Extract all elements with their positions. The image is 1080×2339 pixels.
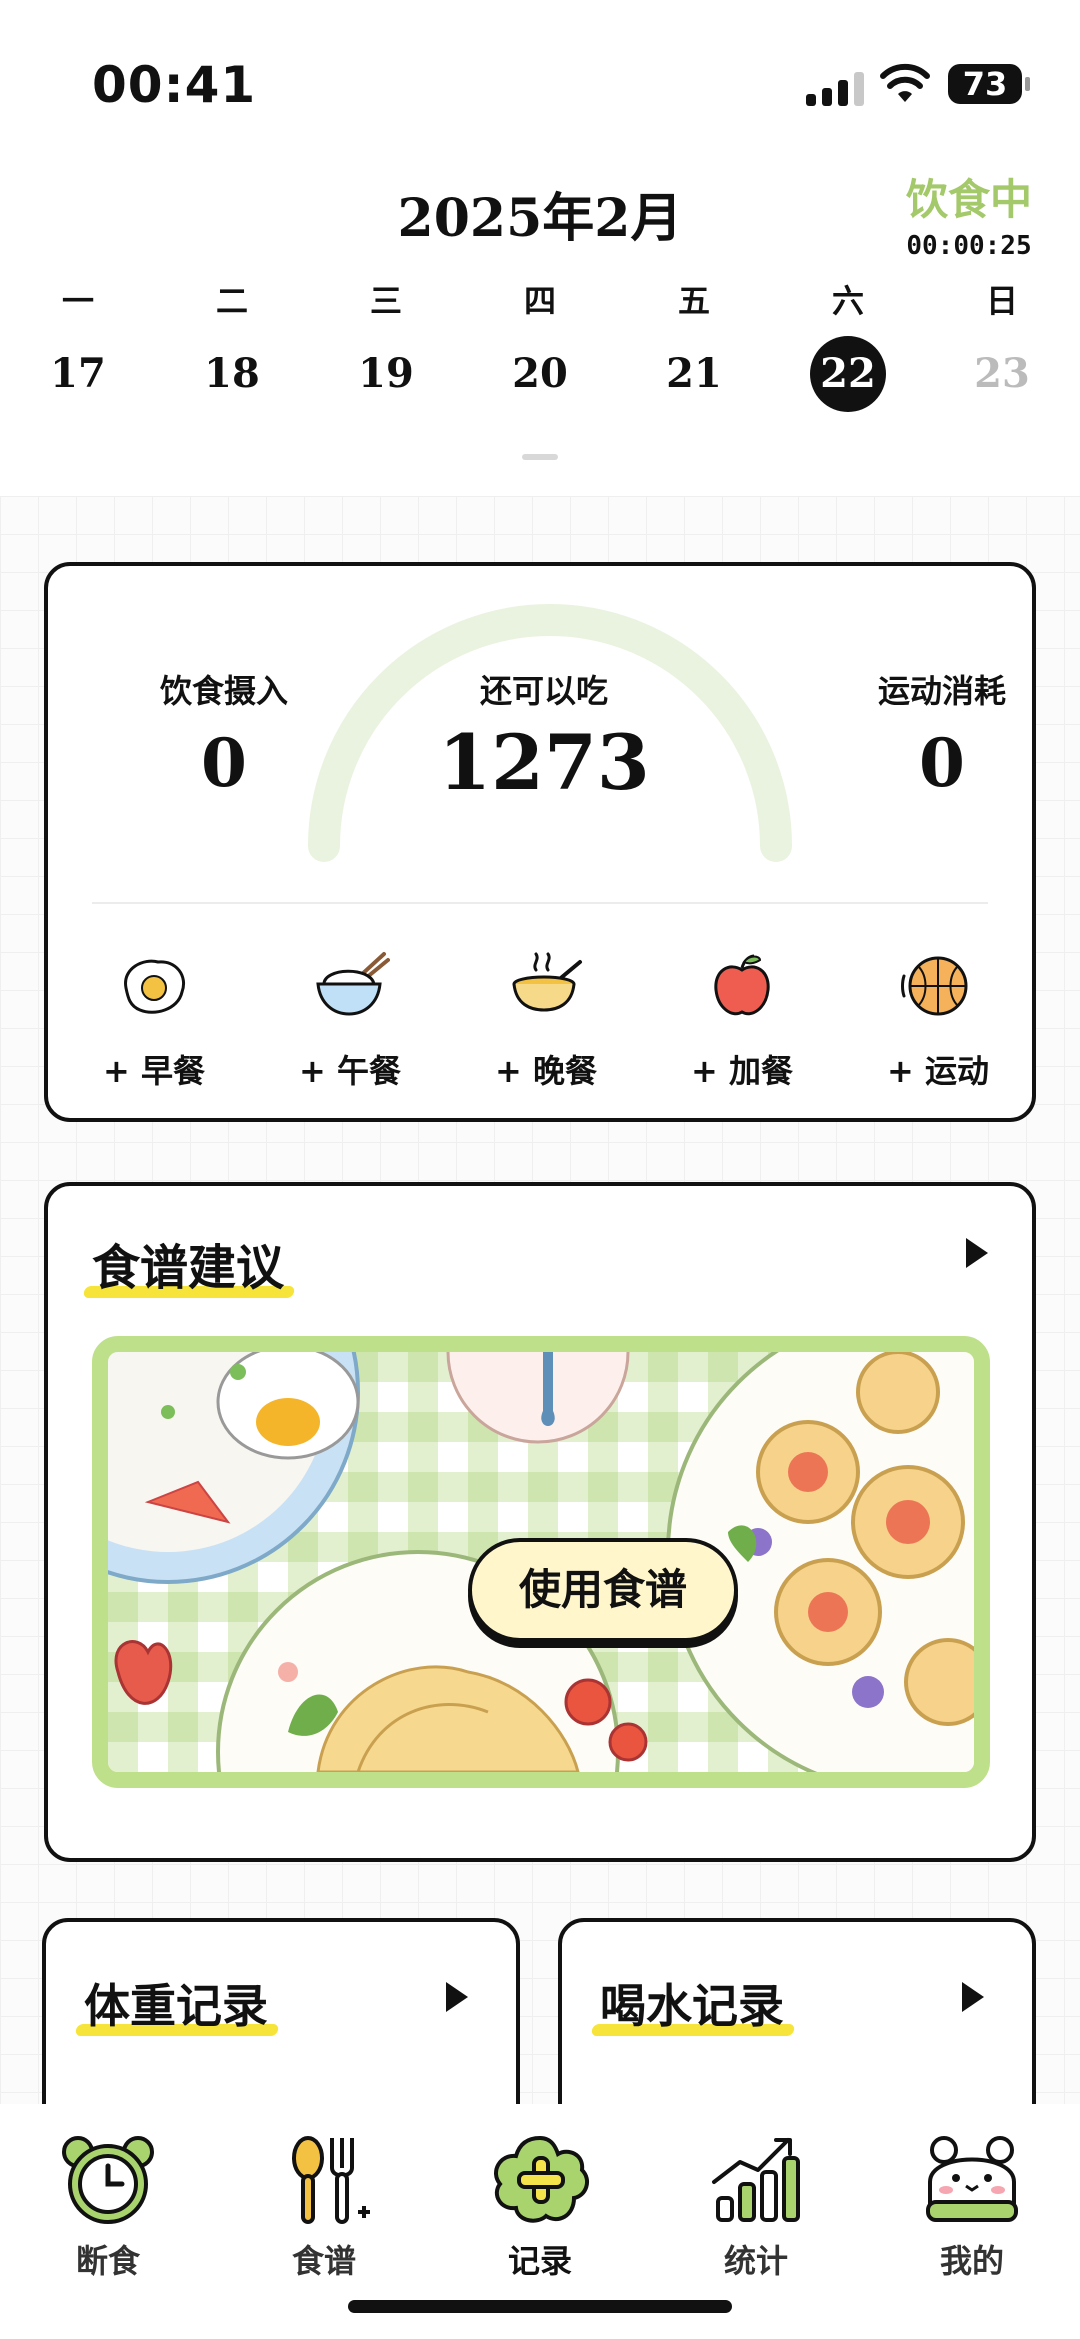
exercise-metric: 运动消耗 0 [822, 666, 1062, 802]
cellular-signal-icon [806, 70, 864, 106]
tab-statistics-label: 统计 [723, 2242, 788, 2280]
date-cell[interactable]: 20 [490, 336, 590, 412]
add-breakfast-label: + 早餐 [103, 1052, 205, 1090]
wifi-icon [880, 63, 930, 102]
bear-avatar-icon [926, 2136, 1018, 2222]
remaining-value: 1273 [438, 718, 650, 807]
header-area: 00:41 73 2025年2月 饮食中 00:00:25 一 二 三 四 五 … [0, 0, 1080, 496]
divider [92, 902, 988, 904]
drag-handle[interactable] [522, 454, 558, 460]
exercise-label: 运动消耗 [877, 672, 1006, 710]
tab-fasting-label: 断食 [75, 2242, 140, 2280]
play-arrow-icon[interactable] [446, 1982, 468, 2012]
recipe-title-text: 食谱建议 [92, 1240, 285, 1296]
date-cell-future[interactable]: 23 [952, 336, 1052, 412]
alarm-clock-icon [62, 2136, 154, 2224]
play-arrow-icon[interactable] [962, 1982, 984, 2012]
date-cell[interactable]: 18 [182, 336, 282, 412]
intake-metric: 饮食摄入 0 [104, 666, 344, 802]
fasting-status[interactable]: 饮食中 00:00:25 [906, 166, 1032, 261]
add-breakfast-button[interactable]: + 早餐 [74, 946, 234, 1092]
tab-statistics[interactable]: 统计 [681, 2128, 831, 2282]
remaining-label: 还可以吃 [479, 672, 608, 710]
date-cell[interactable]: 17 [28, 336, 128, 412]
tab-record-label: 记录 [507, 2242, 572, 2280]
add-record-icon [494, 2135, 590, 2223]
add-snack-label: + 加餐 [691, 1052, 793, 1090]
add-exercise-label: + 运动 [887, 1052, 989, 1090]
home-indicator [348, 2300, 732, 2313]
intake-label: 饮食摄入 [159, 672, 288, 710]
recipe-section-title: 食谱建议 [82, 1228, 296, 1298]
calorie-summary-card: 饮食摄入 0 还可以吃 1273 运动消耗 0 + 早餐 + 午餐 + 晚餐 +… [44, 562, 1036, 1122]
status-time: 00:41 [92, 56, 257, 114]
recipe-illustration[interactable]: 使用食谱 [92, 1336, 990, 1788]
weekday-label: 三 [369, 282, 402, 320]
date-cell[interactable]: 21 [644, 336, 744, 412]
tab-profile-label: 我的 [939, 2242, 1004, 2280]
battery-icon: 73 [948, 64, 1030, 104]
exercise-value: 0 [919, 724, 965, 802]
weekday-label: 一 [61, 282, 94, 320]
apple-icon [714, 954, 770, 1016]
use-recipe-button[interactable]: 使用食谱 [468, 1538, 738, 1642]
tab-profile[interactable]: 我的 [897, 2128, 1047, 2282]
status-bar: 00:41 73 [0, 0, 1080, 150]
date-cell-selected[interactable]: 22 [810, 336, 886, 412]
tab-fasting[interactable]: 断食 [33, 2128, 183, 2282]
date-cell[interactable]: 19 [336, 336, 436, 412]
intake-value: 0 [201, 724, 247, 802]
add-lunch-label: + 午餐 [299, 1052, 401, 1090]
battery-level: 73 [962, 65, 1008, 103]
add-exercise-button[interactable]: + 运动 [858, 946, 1018, 1092]
tab-recipes-label: 食谱 [291, 2242, 356, 2280]
soup-bowl-icon [512, 952, 582, 1012]
add-dinner-button[interactable]: + 晚餐 [466, 946, 626, 1092]
remaining-metric: 还可以吃 1273 [424, 666, 664, 807]
fasting-status-label: 饮食中 [905, 175, 1032, 224]
play-arrow-icon[interactable] [966, 1238, 988, 1268]
fried-egg-icon [124, 959, 185, 1014]
basketball-icon [901, 956, 968, 1016]
fasting-timer: 00:00:25 [906, 231, 1032, 261]
water-title-text: 喝水记录 [600, 1979, 784, 2033]
water-section-title: 喝水记录 [590, 1970, 796, 2036]
recipe-suggestion-card[interactable]: 食谱建议 使用食谱 [44, 1182, 1036, 1862]
weekday-label: 六 [831, 282, 864, 320]
rice-bowl-icon [316, 952, 390, 1016]
tab-record[interactable]: 记录 [465, 2128, 615, 2282]
add-snack-button[interactable]: + 加餐 [662, 946, 822, 1092]
spoon-fork-icon [292, 2136, 370, 2224]
weekday-label: 五 [677, 282, 710, 320]
weekday-label: 四 [523, 282, 556, 320]
weekday-label: 日 [985, 282, 1018, 320]
bar-chart-icon [712, 2138, 800, 2222]
weight-section-title: 体重记录 [74, 1970, 280, 2036]
weight-title-text: 体重记录 [84, 1979, 268, 2033]
weekday-label: 二 [215, 282, 248, 320]
tab-recipes[interactable]: 食谱 [249, 2128, 399, 2282]
add-dinner-label: + 晚餐 [495, 1052, 597, 1090]
add-lunch-button[interactable]: + 午餐 [270, 946, 430, 1092]
